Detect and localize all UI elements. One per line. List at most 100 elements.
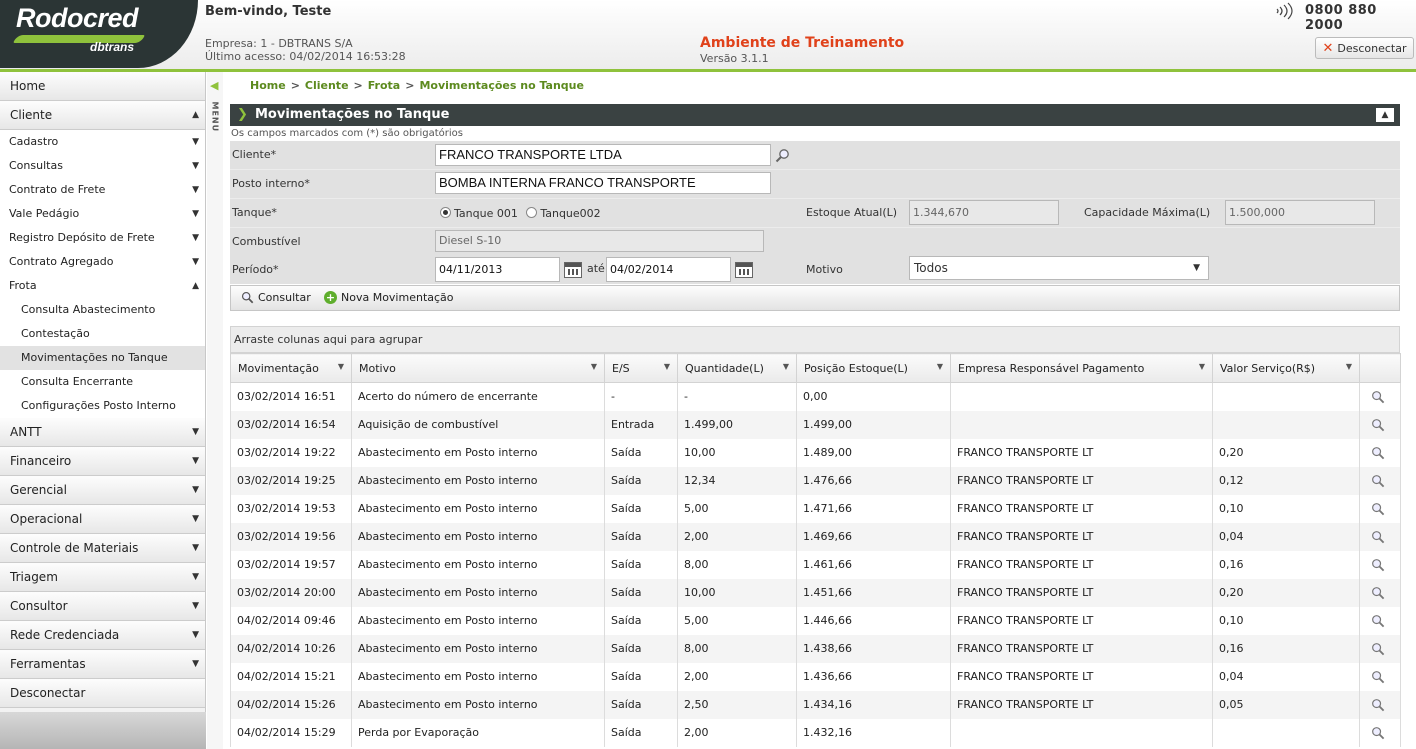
search-icon[interactable] <box>1371 558 1385 572</box>
column-header-movimentacao[interactable]: Movimentação ▼ <box>230 353 352 383</box>
cell-valor-servico: 0,20 <box>1212 438 1360 467</box>
periodo-inicio-field[interactable]: 04/11/2013 <box>435 257 560 282</box>
row-detail-cell <box>1359 382 1401 411</box>
chevron-down-icon[interactable]: ▼ <box>664 362 670 371</box>
sidebar-item-contrato-frete[interactable]: Contrato de Frete ▼ <box>0 178 205 202</box>
periodo-fim-field[interactable]: 04/02/2014 <box>606 257 731 282</box>
sidebar-item-movimentacoes-tanque[interactable]: Movimentações no Tanque <box>0 346 205 370</box>
column-header-empresa[interactable]: Empresa Responsável Pagamento ▼ <box>950 353 1213 383</box>
cell-quantidade: 1.499,00 <box>677 410 797 439</box>
table-row[interactable]: 03/02/2014 20:00 Abastecimento em Posto i… <box>230 578 1401 607</box>
table-row[interactable]: 03/02/2014 19:25 Abastecimento em Posto i… <box>230 466 1401 495</box>
search-icon[interactable] <box>775 148 790 163</box>
sidebar-item-cliente[interactable]: Cliente ▲ <box>0 101 205 130</box>
collapse-panel-button[interactable]: ▲ <box>1376 108 1394 122</box>
chevron-down-icon[interactable]: ▼ <box>1199 362 1205 371</box>
table-row[interactable]: 03/02/2014 16:51 Acerto do número de ence… <box>230 382 1401 411</box>
sidebar-item-frota[interactable]: Frota ▲ <box>0 274 205 298</box>
column-header-motivo[interactable]: Motivo ▼ <box>351 353 605 383</box>
chevron-down-icon[interactable]: ▼ <box>591 362 597 371</box>
search-icon[interactable] <box>1371 698 1385 712</box>
sidebar-item-ferramentas[interactable]: Ferramentas ▼ <box>0 650 205 679</box>
tanque-002-label: Tanque002 <box>540 207 601 220</box>
table-row[interactable]: 04/02/2014 15:29 Perda por Evaporação Saíd… <box>230 718 1401 747</box>
breadcrumb-home[interactable]: Home <box>250 79 286 92</box>
menu-collapse-strip[interactable] <box>207 72 223 749</box>
search-icon[interactable] <box>1371 390 1385 404</box>
posto-interno-field[interactable]: BOMBA INTERNA FRANCO TRANSPORTE <box>435 172 771 194</box>
table-row[interactable]: 04/02/2014 10:26 Abastecimento em Posto i… <box>230 634 1401 663</box>
nova-movimentacao-button[interactable]: + Nova Movimentação <box>324 291 454 304</box>
breadcrumb-cliente[interactable]: Cliente <box>305 79 349 92</box>
cell-valor-servico: 0,04 <box>1212 522 1360 551</box>
table-row[interactable]: 03/02/2014 19:56 Abastecimento em Posto i… <box>230 522 1401 551</box>
group-by-bar[interactable]: Arraste colunas aqui para agrupar <box>230 326 1400 353</box>
consultar-button[interactable]: Consultar <box>241 291 311 304</box>
sidebar-item-consultas[interactable]: Consultas ▼ <box>0 154 205 178</box>
cell-valor-servico: 0,16 <box>1212 550 1360 579</box>
tanque-002-radio[interactable] <box>526 207 538 218</box>
sidebar-item-consulta-abastecimento[interactable]: Consulta Abastecimento <box>0 298 205 322</box>
table-row[interactable]: 04/02/2014 15:21 Abastecimento em Posto i… <box>230 662 1401 691</box>
calendar-icon[interactable] <box>564 262 582 278</box>
column-header-label: Motivo <box>359 361 396 375</box>
sidebar-item-vale-pedagio[interactable]: Vale Pedágio ▼ <box>0 202 205 226</box>
chevron-down-icon[interactable]: ▼ <box>338 362 344 371</box>
sidebar-item-consulta-encerrante[interactable]: Consulta Encerrante <box>0 370 205 394</box>
close-icon: ✕ <box>1322 40 1334 56</box>
welcome-text: Bem-vindo, Teste <box>205 4 332 19</box>
table-row[interactable]: 03/02/2014 19:53 Abastecimento em Posto i… <box>230 494 1401 523</box>
sidebar-item-rede-credenciada[interactable]: Rede Credenciada ▼ <box>0 621 205 650</box>
periodo-label: Período* <box>232 263 279 276</box>
column-header-es[interactable]: E/S ▼ <box>604 353 678 383</box>
table-row[interactable]: 03/02/2014 16:54 Aquisição de combustível… <box>230 410 1401 439</box>
tanque-001-radio[interactable] <box>440 207 451 218</box>
sidebar-item-triagem[interactable]: Triagem ▼ <box>0 563 205 592</box>
chevron-down-icon: ▼ <box>192 572 199 582</box>
sidebar-item-financeiro[interactable]: Financeiro ▼ <box>0 447 205 476</box>
sidebar-item-contrato-agregado[interactable]: Contrato Agregado ▼ <box>0 250 205 274</box>
search-icon[interactable] <box>1371 502 1385 516</box>
column-header-valor-servico[interactable]: Valor Serviço(R$) ▼ <box>1212 353 1360 383</box>
column-header-posicao-estoque[interactable]: Posição Estoque(L) ▼ <box>796 353 951 383</box>
search-icon[interactable] <box>1371 670 1385 684</box>
motivo-select[interactable]: Todos ▼ <box>909 256 1209 280</box>
chevron-down-icon[interactable]: ▼ <box>783 362 789 371</box>
sidebar-item-cadastro[interactable]: Cadastro ▼ <box>0 130 205 154</box>
table-row[interactable]: 04/02/2014 15:26 Abastecimento em Posto i… <box>230 690 1401 719</box>
search-icon[interactable] <box>1371 446 1385 460</box>
search-icon[interactable] <box>1371 418 1385 432</box>
sidebar-item-antt[interactable]: ANTT ▼ <box>0 418 205 447</box>
table-row[interactable]: 03/02/2014 19:22 Abastecimento em Posto i… <box>230 438 1401 467</box>
search-icon[interactable] <box>1371 614 1385 628</box>
cell-motivo: Acerto do número de encerrante <box>351 382 605 411</box>
cell-quantidade: 8,00 <box>677 634 797 663</box>
search-icon[interactable] <box>1371 642 1385 656</box>
chevron-down-icon[interactable]: ▼ <box>1346 362 1352 371</box>
table-row[interactable]: 03/02/2014 19:57 Abastecimento em Posto i… <box>230 550 1401 579</box>
search-icon[interactable] <box>1371 530 1385 544</box>
chevron-down-icon[interactable]: ▼ <box>937 362 943 371</box>
column-header-quantidade[interactable]: Quantidade(L) ▼ <box>677 353 797 383</box>
table-row[interactable]: 04/02/2014 09:46 Abastecimento em Posto i… <box>230 606 1401 635</box>
sidebar-item-configuracoes-posto[interactable]: Configurações Posto Interno <box>0 394 205 418</box>
search-icon[interactable] <box>1371 474 1385 488</box>
disconnect-button[interactable]: ✕ Desconectar <box>1315 37 1414 59</box>
cliente-field[interactable]: FRANCO TRANSPORTE LTDA <box>435 144 771 166</box>
arrow-left-icon[interactable]: ◀ <box>210 79 218 92</box>
chevron-down-icon: ▼ <box>192 185 199 195</box>
breadcrumb-frota[interactable]: Frota <box>368 79 400 92</box>
sidebar-item-registro-deposito[interactable]: Registro Depósito de Frete ▼ <box>0 226 205 250</box>
rodocred-logo[interactable]: Rodocred dbtrans <box>0 0 198 68</box>
sidebar-item-operacional[interactable]: Operacional ▼ <box>0 505 205 534</box>
sidebar-item-home[interactable]: Home <box>0 72 205 101</box>
calendar-icon[interactable] <box>735 262 753 278</box>
search-icon[interactable] <box>1371 726 1385 740</box>
sidebar-item-gerencial[interactable]: Gerencial ▼ <box>0 476 205 505</box>
sidebar-item-desconectar[interactable]: Desconectar <box>0 679 205 708</box>
sidebar-footer <box>0 712 206 749</box>
sidebar-item-consultor[interactable]: Consultor ▼ <box>0 592 205 621</box>
search-icon[interactable] <box>1371 586 1385 600</box>
sidebar-item-controle-materiais[interactable]: Controle de Materiais ▼ <box>0 534 205 563</box>
sidebar-item-contestacao[interactable]: Contestação <box>0 322 205 346</box>
